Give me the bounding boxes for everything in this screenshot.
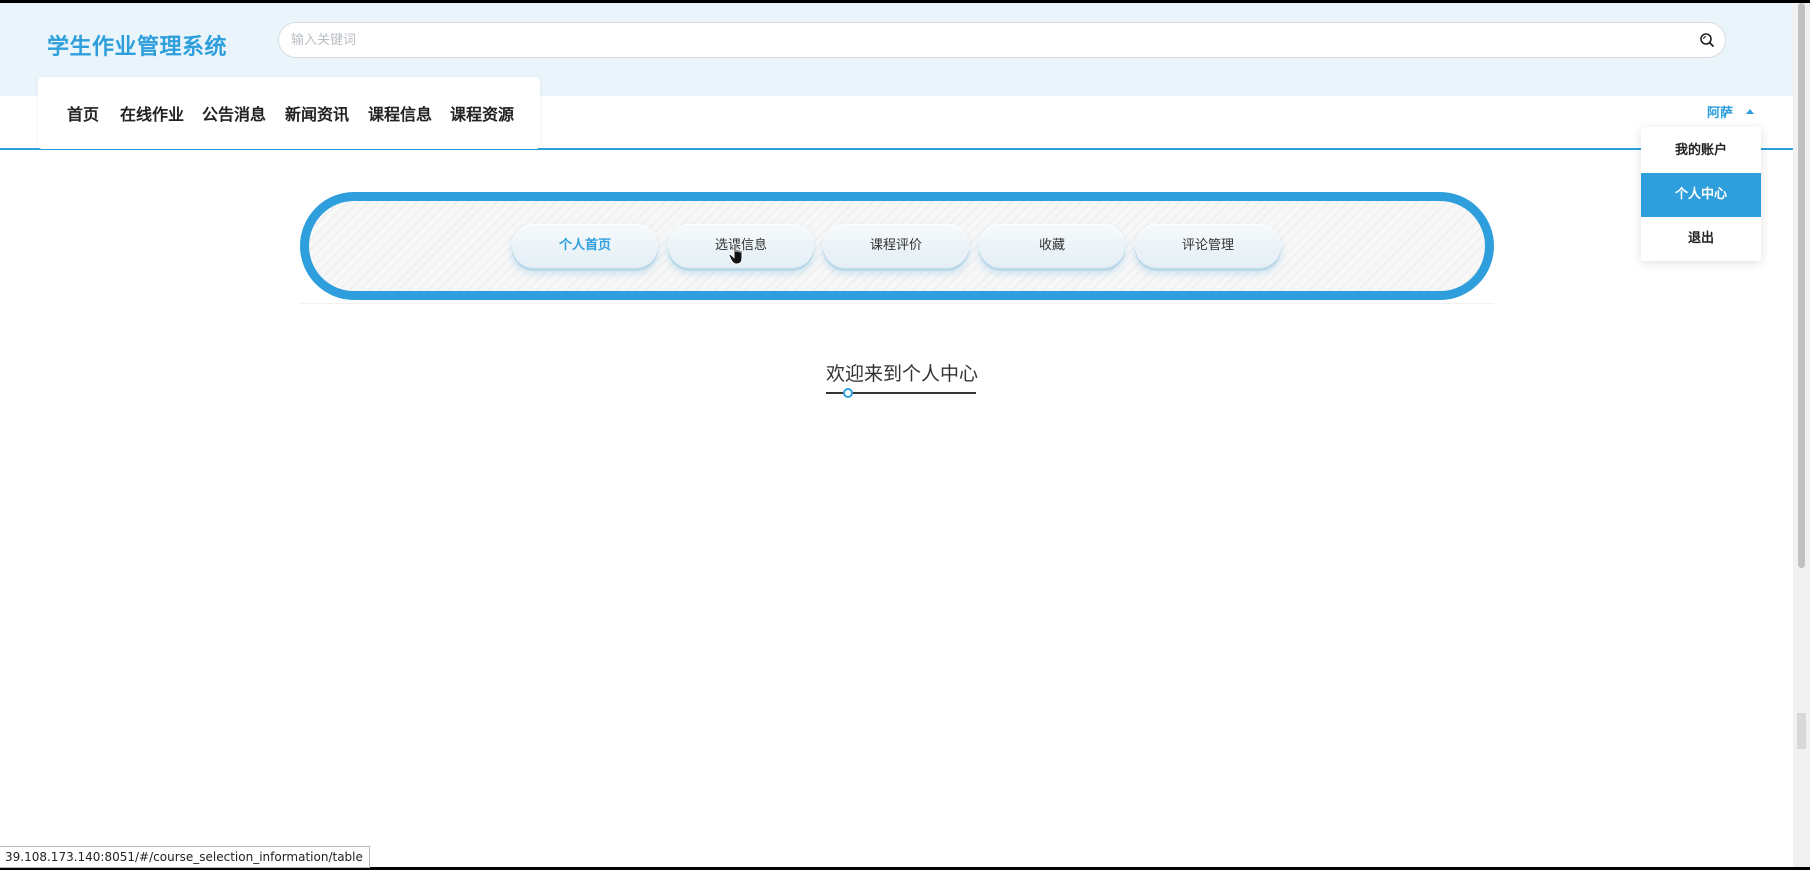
scrollbar-marker (1797, 713, 1806, 749)
menu-item-personal-center[interactable]: 个人中心 (1641, 173, 1761, 217)
nav-item-online-homework[interactable]: 在线作业 (120, 101, 184, 125)
nav-item-announcements[interactable]: 公告消息 (202, 101, 266, 125)
nav-item-home[interactable]: 首页 (67, 101, 99, 125)
vertical-scrollbar[interactable] (1793, 3, 1810, 867)
tab-comment-management[interactable]: 评论管理 (1135, 224, 1281, 268)
page: 学生作业管理系统 首页 在线作业 公告消息 新闻资讯 课程信息 课程资源 阿萨 … (0, 3, 1793, 867)
nav-item-course-resources[interactable]: 课程资源 (450, 101, 514, 125)
nav-item-news[interactable]: 新闻资讯 (285, 101, 349, 125)
scrollbar-thumb[interactable] (1798, 3, 1805, 568)
tab-favorites[interactable]: 收藏 (979, 224, 1125, 268)
search-icon[interactable] (1699, 32, 1715, 48)
hand-cursor-icon (728, 242, 743, 265)
menu-item-logout[interactable]: 退出 (1641, 217, 1761, 261)
user-dropdown-menu: 我的账户 个人中心 退出 (1641, 127, 1761, 261)
welcome-title: 欢迎来到个人中心 (826, 363, 979, 385)
welcome-dot (843, 388, 853, 398)
search-input[interactable] (287, 23, 1667, 57)
frame-divider (300, 303, 1494, 304)
menu-item-my-account[interactable]: 我的账户 (1641, 129, 1761, 173)
user-menu-toggle[interactable]: 阿萨 (1707, 102, 1733, 121)
nav-item-course-info[interactable]: 课程信息 (368, 101, 432, 125)
tab-course-evaluation[interactable]: 课程评价 (823, 224, 969, 268)
search-box (278, 22, 1726, 58)
site-title: 学生作业管理系统 (47, 35, 228, 60)
main-nav: 首页 在线作业 公告消息 新闻资讯 课程信息 课程资源 (38, 77, 540, 149)
caret-up-icon[interactable] (1746, 109, 1754, 114)
tab-personal-home[interactable]: 个人首页 (512, 224, 658, 268)
link-status-bar: 39.108.173.140:8051/#/course_selection_i… (0, 846, 370, 868)
